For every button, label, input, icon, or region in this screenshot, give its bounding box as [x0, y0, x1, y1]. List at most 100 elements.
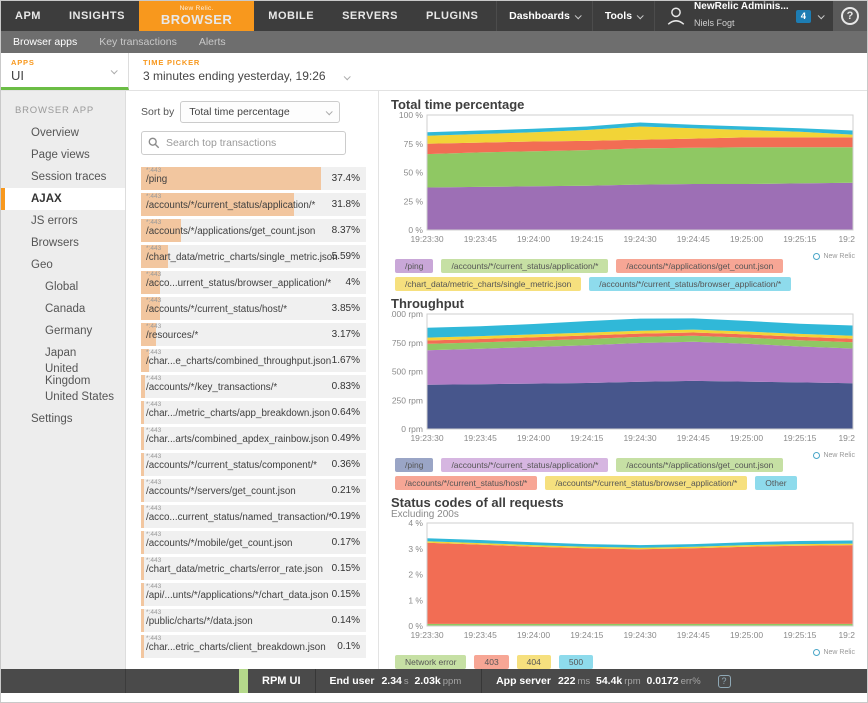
transaction-row[interactable]: *:443/accounts/*/servers/get_count.json 0… — [141, 479, 366, 502]
sidebar-item-united-kingdom[interactable]: United Kingdom — [1, 363, 125, 387]
statusbar-help-icon[interactable]: ? — [717, 674, 731, 688]
sidebar-item-session-traces[interactable]: Session traces — [1, 166, 125, 188]
transaction-row[interactable]: *:443/api/...unts/*/applications/*/chart… — [141, 583, 366, 606]
legend-chip[interactable]: /ping — [395, 458, 434, 472]
transaction-percent: 3.17% — [331, 329, 360, 340]
transaction-name: *:443/char...arts/combined_apdex_rainbow… — [146, 427, 329, 445]
search-input[interactable] — [141, 131, 346, 155]
sidebar-item-browsers[interactable]: Browsers — [1, 232, 125, 254]
transaction-row[interactable]: *:443/acco...current_status/named_transa… — [141, 505, 366, 528]
legend-chip[interactable]: Network error — [395, 655, 467, 669]
legend-chip[interactable]: /accounts/*/applications/get_count.json — [616, 259, 784, 273]
sub-nav: Browser apps Key transactions Alerts — [1, 31, 867, 53]
tools-menu[interactable]: Tools — [591, 1, 654, 31]
transaction-row[interactable]: *:443/char.../metric_charts/app_breakdow… — [141, 401, 366, 424]
apps-picker[interactable]: APPS UI — [1, 53, 129, 90]
dashboards-menu[interactable]: Dashboards — [496, 1, 592, 31]
svg-text:19:25:00: 19:25:00 — [730, 433, 763, 443]
transaction-percent: 0.83% — [331, 381, 360, 392]
transaction-row[interactable]: *:443/resources/* 3.17% — [141, 323, 366, 346]
legend-chip[interactable]: 500 — [558, 655, 594, 669]
nav-item-apm[interactable]: APM — [1, 1, 55, 31]
legend-chip[interactable]: /accounts/*/current_status/browser_appli… — [589, 277, 792, 291]
chevron-down-icon — [636, 11, 644, 19]
question-mark-icon: ? — [841, 7, 859, 25]
legend-chip[interactable]: /ping — [395, 259, 434, 273]
subnav-item-alerts[interactable]: Alerts — [199, 36, 226, 48]
transaction-row[interactable]: *:443/accounts/*/current_status/applicat… — [141, 193, 366, 216]
sidebar-item-canada[interactable]: Canada — [1, 298, 125, 320]
legend-chip[interactable]: 404 — [516, 655, 551, 669]
svg-text:4 %: 4 % — [408, 520, 423, 528]
transaction-row[interactable]: *:443/accounts/*/key_transactions/* 0.83% — [141, 375, 366, 398]
legend-chip[interactable]: /accounts/*/current_status/browser_appli… — [545, 476, 748, 490]
svg-text:19:25:15: 19:25:15 — [783, 234, 816, 244]
nav-item-mobile[interactable]: MOBILE — [254, 1, 328, 31]
user-menu[interactable]: NewRelic Adminis... Niels Fogt 4 — [654, 1, 833, 31]
transaction-row[interactable]: *:443/chart_data/metric_charts/error_rat… — [141, 557, 366, 580]
legend-chip[interactable]: /accounts/*/applications/get_count.json — [616, 458, 784, 472]
svg-text:19:23:45: 19:23:45 — [464, 433, 497, 443]
transaction-row[interactable]: *:443/char...e_charts/combined_throughpu… — [141, 349, 366, 372]
transaction-bar — [141, 531, 144, 554]
transaction-path: /acco...urrent_status/browser_applicatio… — [146, 277, 332, 289]
transaction-row[interactable]: *:443/accounts/*/current_status/host/* 3.… — [141, 297, 366, 320]
transaction-row[interactable]: *:443/chart_data/metric_charts/single_me… — [141, 245, 366, 268]
sidebar-item-settings[interactable]: Settings — [1, 408, 125, 430]
sidebar-item-united-states[interactable]: United States — [1, 386, 125, 408]
transaction-percent: 5.59% — [331, 251, 360, 262]
svg-text:3 %: 3 % — [408, 544, 423, 554]
legend-chip[interactable]: 403 — [474, 655, 509, 669]
sidebar-item-japan[interactable]: Japan — [1, 342, 125, 364]
nav-item-insights[interactable]: INSIGHTS — [55, 1, 139, 31]
sidebar-item-ajax[interactable]: AJAX — [1, 188, 125, 210]
chart-status-codes-of-all-requests: Status codes of all requests Excluding 20… — [391, 495, 859, 669]
sort-select[interactable]: Total time percentage — [180, 101, 341, 123]
subnav-item-key-transactions[interactable]: Key transactions — [99, 36, 177, 48]
area-series — [427, 380, 853, 429]
help-button[interactable]: ? — [833, 1, 867, 31]
transaction-row[interactable]: *:443/char...etric_charts/client_breakdo… — [141, 635, 366, 658]
nav-item-browser[interactable]: New Relic. BROWSER — [138, 1, 255, 31]
time-picker[interactable]: TIME PICKER 3 minutes ending yesterday, … — [129, 53, 351, 90]
transactions-panel: Sort by Total time percentage *:443/ping… — [126, 91, 379, 671]
chevron-down-icon — [343, 73, 351, 81]
legend-chip[interactable]: /accounts/*/current_status/application/* — [441, 259, 609, 273]
transaction-row[interactable]: *:443/accounts/*/current_status/componen… — [141, 453, 366, 476]
legend-chip[interactable]: Other — [755, 476, 797, 490]
transaction-name: *:443/accounts/*/applications/get_count.… — [146, 219, 315, 237]
legend-chip[interactable]: /accounts/*/current_status/host/* — [395, 476, 538, 490]
sidebar-item-germany[interactable]: Germany — [1, 320, 125, 342]
legend-chip[interactable]: /chart_data/metric_charts/single_metric.… — [395, 277, 582, 291]
nav-item-servers[interactable]: SERVERS — [328, 1, 412, 31]
legend-chip[interactable]: /accounts/*/current_status/application/* — [441, 458, 609, 472]
svg-text:75 %: 75 % — [404, 139, 424, 149]
transaction-row[interactable]: *:443/char...arts/combined_apdex_rainbow… — [141, 427, 366, 450]
notification-badge[interactable]: 4 — [795, 9, 811, 23]
transaction-row[interactable]: *:443/accounts/*/mobile/get_count.json 0.… — [141, 531, 366, 554]
transaction-row[interactable]: *:443/accounts/*/applications/get_count.… — [141, 219, 366, 242]
user-avatar-icon — [667, 7, 685, 25]
transaction-row[interactable]: *:443/ping 37.4% — [141, 167, 366, 190]
transaction-name: *:443/public/charts/*/data.json — [146, 609, 253, 627]
nav-item-plugins[interactable]: PLUGINS — [412, 1, 492, 31]
svg-text:19:24:00: 19:24:00 — [517, 433, 550, 443]
metric-unit: ppm — [442, 676, 462, 687]
statusbar-app-link[interactable]: RPM UI — [248, 675, 315, 687]
transaction-row[interactable]: *:443/acco...urrent_status/browser_appli… — [141, 271, 366, 294]
transaction-percent: 0.19% — [331, 511, 360, 522]
sidebar-item-overview[interactable]: Overview — [1, 122, 125, 144]
svg-text:19:25:15: 19:25:15 — [783, 433, 816, 443]
user-subname: Niels Fogt — [694, 17, 735, 28]
subnav-item-browser-apps[interactable]: Browser apps — [13, 36, 77, 48]
transaction-row[interactable]: *:443/public/charts/*/data.json 0.14% — [141, 609, 366, 632]
svg-text:19:2: 19:2 — [838, 433, 855, 443]
sidebar-section-title: BROWSER APP — [15, 105, 95, 116]
sidebar-item-geo[interactable]: Geo — [1, 254, 125, 276]
transaction-path: /char...arts/combined_apdex_rainbow.json — [146, 433, 329, 445]
sidebar-item-page-views[interactable]: Page views — [1, 144, 125, 166]
sidebar-item-global[interactable]: Global — [1, 276, 125, 298]
transaction-bar — [141, 427, 144, 450]
sidebar-item-js-errors[interactable]: JS errors — [1, 210, 125, 232]
svg-text:19:24:30: 19:24:30 — [623, 630, 656, 640]
